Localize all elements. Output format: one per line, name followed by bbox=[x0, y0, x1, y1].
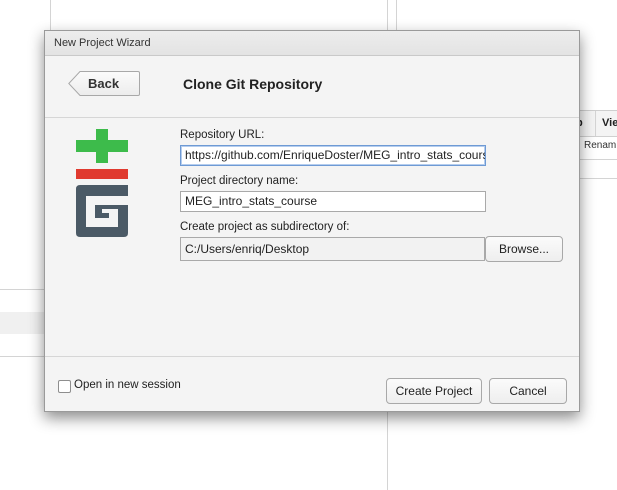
browse-button[interactable]: Browse... bbox=[485, 236, 563, 262]
repo-url-input[interactable]: https://github.com/EnriqueDoster/MEG_int… bbox=[180, 145, 486, 166]
bg-hline-left-1 bbox=[0, 289, 44, 290]
open-new-session-label: Open in new session bbox=[74, 379, 181, 391]
footer-divider bbox=[45, 356, 579, 357]
repo-url-label: Repository URL: bbox=[180, 129, 265, 141]
back-button[interactable]: Back bbox=[68, 71, 140, 96]
bg-pane-divider-left bbox=[50, 0, 51, 30]
bg-hline-left-2 bbox=[0, 356, 44, 357]
new-project-wizard-dialog: New Project Wizard Back Clone Git Reposi… bbox=[44, 30, 580, 412]
wizard-header: Back Clone Git Repository bbox=[45, 56, 579, 118]
dialog-titlebar[interactable]: New Project Wizard bbox=[45, 31, 579, 56]
project-dir-label: Project directory name: bbox=[180, 175, 299, 187]
bg-pane-divider-center2 bbox=[396, 0, 397, 30]
cancel-button[interactable]: Cancel bbox=[489, 378, 567, 404]
bg-table-col-divider bbox=[595, 111, 596, 136]
dialog-title: New Project Wizard bbox=[54, 37, 151, 49]
subdir-label: Create project as subdirectory of: bbox=[180, 221, 350, 233]
create-project-button[interactable]: Create Project bbox=[386, 378, 482, 404]
bg-row-band-left bbox=[0, 312, 44, 334]
page-title: Clone Git Repository bbox=[183, 76, 323, 92]
back-button-label: Back bbox=[88, 76, 120, 91]
git-logo-icon bbox=[76, 129, 128, 237]
bg-table-header-b: Vie bbox=[602, 117, 617, 129]
open-new-session-checkbox[interactable] bbox=[58, 380, 71, 393]
bg-table-cell: Renam bbox=[584, 140, 617, 151]
subdir-path-field: C:/Users/enriq/Desktop bbox=[180, 237, 485, 261]
project-dir-input[interactable]: MEG_intro_stats_course bbox=[180, 191, 486, 212]
